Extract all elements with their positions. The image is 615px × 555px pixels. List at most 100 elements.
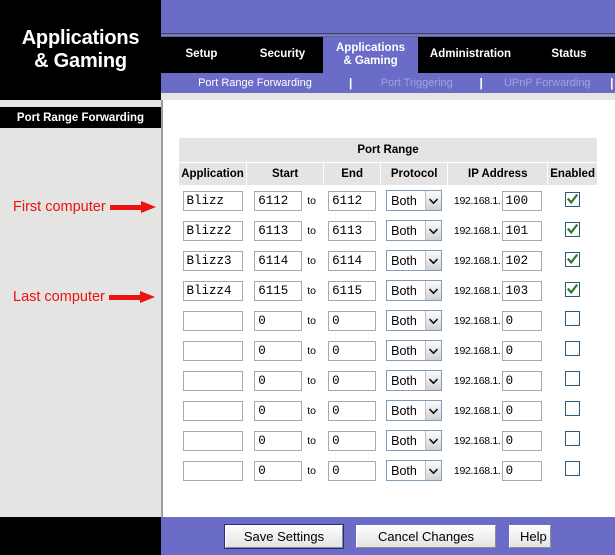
- ip-last-octet-input[interactable]: [501, 340, 542, 361]
- start-port-input[interactable]: [254, 400, 303, 421]
- help-button[interactable]: Help: [509, 524, 551, 548]
- tab-security[interactable]: Security: [242, 37, 323, 73]
- end-port-input[interactable]: [328, 250, 377, 271]
- ip-last-octet-input[interactable]: [501, 460, 542, 481]
- table-row: to Both 192.168.1.: [179, 276, 598, 306]
- enabled-checkbox[interactable]: [565, 221, 581, 237]
- enabled-checkbox[interactable]: [565, 281, 581, 297]
- enabled-checkbox[interactable]: [565, 340, 581, 356]
- ip-last-octet-input[interactable]: [501, 400, 542, 421]
- sub-nav-divider: [161, 93, 615, 100]
- col-header-ip-address: IP Address: [447, 162, 549, 186]
- enabled-checkbox[interactable]: [565, 370, 581, 386]
- arrow-right-icon: [108, 291, 157, 303]
- cell-end: [324, 306, 381, 336]
- protocol-select-value: Both: [391, 283, 417, 298]
- ip-last-octet-input[interactable]: [501, 190, 542, 211]
- application-input[interactable]: [182, 400, 243, 421]
- table-row: to Both 192.168.1.: [179, 306, 598, 336]
- ip-prefix-label: 192.168.1.: [453, 404, 501, 417]
- brand-block: Applications & Gaming: [0, 0, 161, 100]
- protocol-select-value: Both: [391, 403, 417, 418]
- ip-last-octet-input[interactable]: [501, 310, 542, 331]
- start-port-input[interactable]: [254, 370, 303, 391]
- application-input[interactable]: [182, 340, 243, 361]
- protocol-select[interactable]: Both: [386, 400, 443, 421]
- protocol-select[interactable]: Both: [386, 220, 443, 241]
- protocol-select[interactable]: Both: [386, 280, 443, 301]
- enabled-checkbox[interactable]: [565, 400, 581, 416]
- protocol-select[interactable]: Both: [386, 190, 443, 212]
- start-port-input[interactable]: [254, 310, 303, 331]
- end-port-input[interactable]: [328, 220, 377, 241]
- enabled-checkbox[interactable]: [565, 251, 581, 267]
- application-input[interactable]: [182, 190, 243, 211]
- table-group-header-row: Port Range: [178, 137, 598, 163]
- protocol-select[interactable]: Both: [386, 430, 443, 451]
- end-port-input[interactable]: [328, 400, 377, 421]
- protocol-select[interactable]: Both: [386, 310, 443, 331]
- end-port-input[interactable]: [328, 190, 377, 211]
- ip-prefix-label: 192.168.1.: [453, 254, 501, 267]
- application-input[interactable]: [182, 280, 243, 301]
- ip-last-octet-input[interactable]: [501, 220, 542, 241]
- end-port-input[interactable]: [328, 280, 377, 301]
- application-input[interactable]: [182, 310, 243, 331]
- application-input[interactable]: [182, 220, 243, 241]
- protocol-select[interactable]: Both: [386, 370, 443, 391]
- end-port-input[interactable]: [328, 310, 377, 331]
- cell-ip-address: 192.168.1.: [448, 306, 548, 336]
- tab-status[interactable]: Status: [523, 37, 615, 73]
- start-port-input[interactable]: [254, 430, 303, 451]
- protocol-select[interactable]: Both: [386, 340, 443, 361]
- subtab-port-range-forwarding[interactable]: Port Range Forwarding: [161, 77, 349, 89]
- subtab-port-triggering[interactable]: Port Triggering: [354, 77, 480, 89]
- ip-last-octet-input[interactable]: [501, 280, 542, 301]
- subtab-upnp-forwarding[interactable]: UPnP Forwarding: [484, 77, 610, 89]
- save-settings-button[interactable]: Save Settings: [224, 523, 344, 549]
- protocol-select[interactable]: Both: [386, 250, 443, 271]
- ip-last-octet-input[interactable]: [501, 430, 542, 451]
- to-label: to: [307, 344, 316, 357]
- cell-ip-address: 192.168.1.: [448, 216, 548, 246]
- col-header-enabled: Enabled: [547, 162, 598, 186]
- main-nav-tabs: Setup Security Applications & Gaming Adm…: [161, 37, 615, 73]
- enabled-checkbox[interactable]: [565, 310, 581, 326]
- start-port-input[interactable]: [254, 250, 303, 271]
- end-port-input[interactable]: [328, 430, 377, 451]
- start-port-input[interactable]: [254, 190, 303, 211]
- end-port-input[interactable]: [328, 460, 377, 481]
- start-port-input[interactable]: [254, 280, 303, 301]
- application-input[interactable]: [182, 460, 243, 481]
- start-port-input[interactable]: [254, 460, 303, 481]
- table-row: to Both 192.168.1.: [179, 336, 598, 366]
- annotation-last-computer-label: Last computer: [13, 289, 105, 305]
- cell-protocol: Both: [381, 216, 448, 246]
- enabled-checkbox[interactable]: [565, 191, 581, 207]
- col-header-application: Application: [178, 162, 247, 186]
- cell-start: to: [247, 216, 324, 246]
- application-input[interactable]: [182, 250, 243, 271]
- tab-setup[interactable]: Setup: [161, 37, 242, 73]
- end-port-input[interactable]: [328, 340, 377, 361]
- cell-enabled: [548, 426, 598, 456]
- application-input[interactable]: [182, 430, 243, 451]
- start-port-input[interactable]: [254, 340, 303, 361]
- ip-last-octet-input[interactable]: [501, 370, 542, 391]
- to-label: to: [307, 434, 316, 447]
- cell-end: [324, 186, 381, 216]
- tab-administration[interactable]: Administration: [418, 37, 523, 73]
- application-input[interactable]: [182, 370, 243, 391]
- tab-applications-gaming[interactable]: Applications & Gaming: [323, 37, 418, 73]
- protocol-select[interactable]: Both: [386, 460, 443, 481]
- start-port-input[interactable]: [254, 220, 303, 241]
- ip-last-octet-input[interactable]: [501, 250, 542, 271]
- end-port-input[interactable]: [328, 370, 377, 391]
- enabled-checkbox[interactable]: [565, 460, 581, 476]
- enabled-checkbox[interactable]: [565, 430, 581, 446]
- protocol-select-value: Both: [391, 463, 417, 478]
- to-label: to: [307, 254, 316, 267]
- ip-prefix-label: 192.168.1.: [453, 464, 501, 477]
- cancel-changes-button[interactable]: Cancel Changes: [356, 524, 496, 548]
- cell-start: to: [247, 426, 324, 456]
